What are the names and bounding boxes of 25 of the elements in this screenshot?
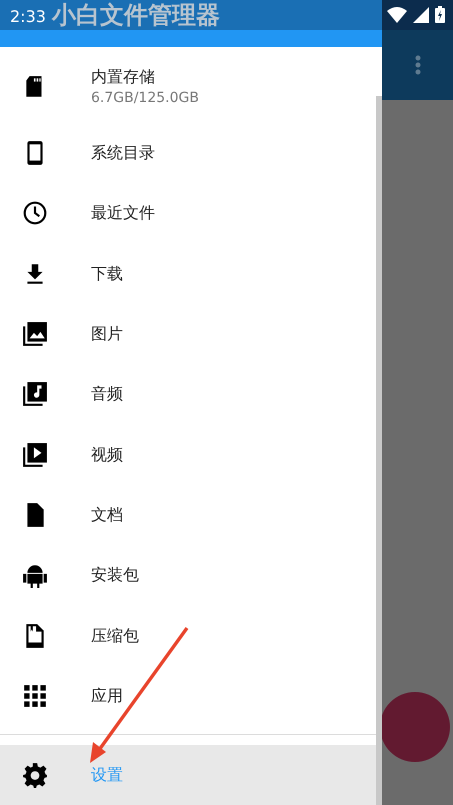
item-label: 安装包: [91, 564, 139, 586]
item-label: 最近文件: [91, 202, 155, 224]
images-icon: [22, 321, 48, 348]
storage-usage: 6.7GB/125.0GB: [91, 89, 199, 108]
item-label: 设置: [91, 764, 123, 786]
signal-icon: [413, 6, 429, 22]
battery-icon: [435, 6, 445, 23]
item-label: 音频: [91, 383, 123, 406]
item-label: 图片: [91, 323, 123, 346]
video-library-icon: [22, 442, 48, 468]
music-library-icon: [22, 381, 48, 408]
item-label: 文档: [91, 504, 123, 526]
item-label: 视频: [91, 444, 123, 466]
app-title: 小白文件管理器: [52, 3, 220, 27]
item-label: 压缩包: [91, 624, 139, 647]
item-label: 系统目录: [91, 142, 155, 164]
more-icon[interactable]: [414, 55, 420, 75]
clock-icon: [22, 200, 48, 226]
item-label: 下载: [91, 262, 123, 285]
settings-icon: [22, 762, 48, 788]
wifi-icon: [387, 6, 407, 22]
item-label: 应用: [91, 684, 123, 707]
apps-grid-icon: [22, 682, 48, 709]
item-label: 内置存储: [91, 66, 156, 88]
status-time: 2:33: [10, 6, 46, 28]
